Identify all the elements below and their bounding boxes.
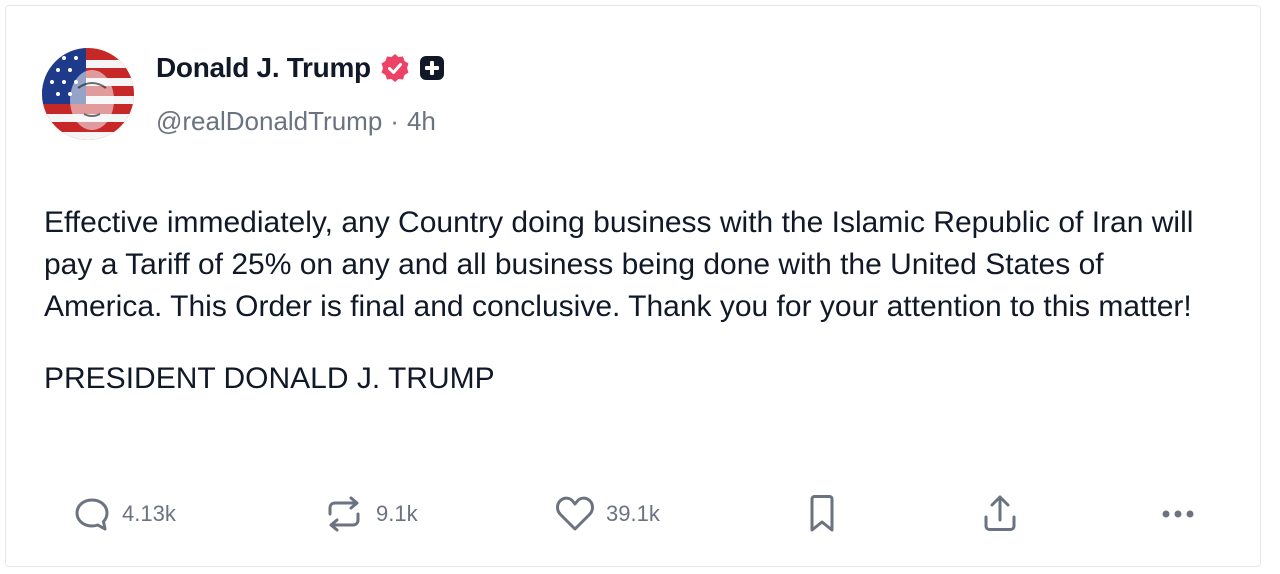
share-button[interactable] — [980, 492, 1020, 536]
post-text: Effective immediately, any Country doing… — [44, 206, 1194, 323]
handle[interactable]: @realDonaldTrump — [156, 106, 382, 137]
post-content: Effective immediately, any Country doing… — [44, 202, 1224, 400]
repost-count: 9.1k — [376, 501, 418, 526]
avatar[interactable] — [42, 48, 134, 140]
author-name-row: Donald J. Trump — [156, 52, 445, 84]
bookmark-button[interactable] — [804, 492, 840, 536]
like-count: 39.1k — [606, 501, 660, 526]
plus-badge-icon — [419, 55, 445, 81]
verified-check-icon — [379, 52, 411, 84]
more-icon — [1156, 494, 1200, 534]
avatar-image — [42, 48, 134, 140]
meta-separator: · — [390, 106, 399, 136]
more-options-button[interactable] — [1156, 492, 1200, 536]
display-name[interactable]: Donald J. Trump — [156, 52, 371, 84]
reply-icon — [72, 494, 112, 534]
heart-icon — [554, 494, 596, 534]
share-icon — [980, 493, 1020, 535]
post-signature: PRESIDENT DONALD J. TRUMP — [44, 362, 495, 395]
reply-count: 4.13k — [122, 501, 176, 526]
bookmark-icon — [804, 493, 840, 535]
author-meta: @realDonaldTrump · 4h — [156, 106, 436, 137]
post-time[interactable]: 4h — [407, 106, 436, 137]
repost-button[interactable]: 9.1k — [322, 492, 418, 536]
like-button[interactable]: 39.1k — [554, 492, 660, 536]
reply-button[interactable]: 4.13k — [72, 492, 176, 536]
post-card: Donald J. Trump @realDonaldTrump · 4h Ef… — [5, 5, 1261, 567]
action-bar: 4.13k 9.1k 39.1k — [72, 492, 1212, 536]
repost-icon — [322, 494, 366, 534]
